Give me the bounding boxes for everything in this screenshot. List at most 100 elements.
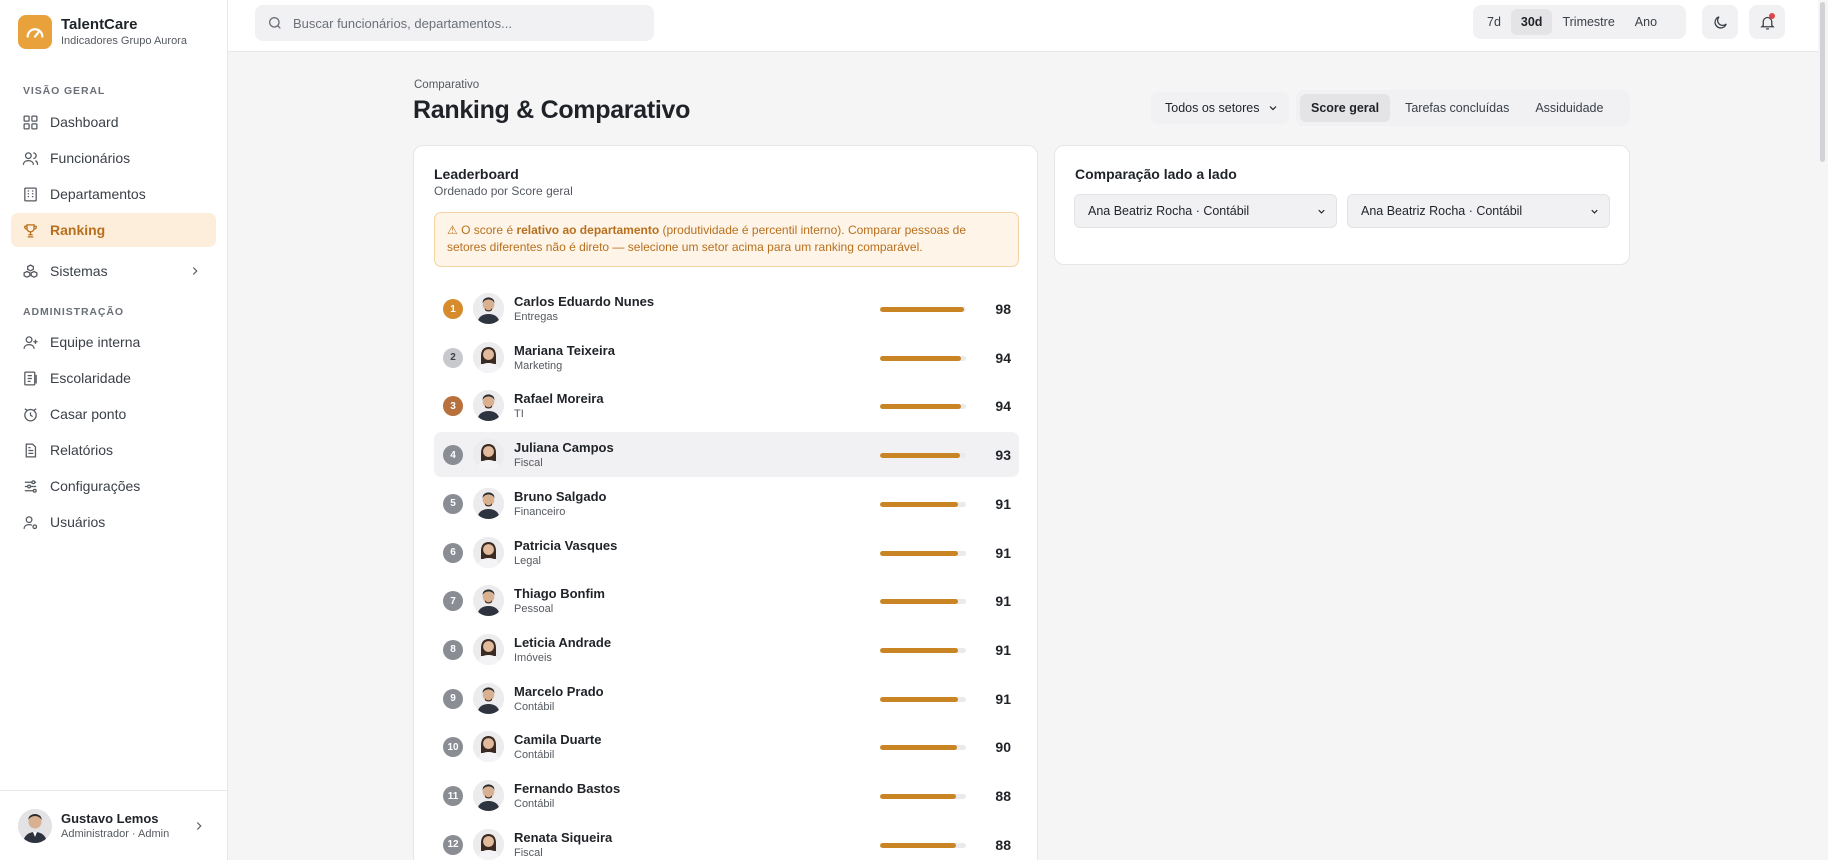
employee-department: Pessoal — [514, 603, 554, 616]
score-bar — [880, 501, 966, 507]
employee-name: Mariana Teixeira — [514, 342, 615, 358]
rank-badge: 10 — [443, 737, 463, 758]
sector-filter-select[interactable]: Todos os setores — [1151, 92, 1289, 124]
brand[interactable]: TalentCare Indicadores Grupo Aurora — [18, 15, 187, 49]
rank-badge: 8 — [443, 639, 463, 660]
period-selector: 7d 30d Trimestre Ano — [1473, 5, 1686, 39]
notification-dot — [1769, 13, 1775, 19]
score-bar — [880, 453, 966, 459]
sector-filter-value: Todos os setores — [1165, 101, 1260, 115]
table-row[interactable]: 4 Juliana Campos Fiscal 93 — [434, 432, 1019, 478]
rank-badge: 11 — [443, 786, 463, 806]
avatar — [473, 293, 504, 324]
score-bar — [880, 599, 966, 605]
sidebar-item-sistemas[interactable]: Sistemas — [11, 254, 216, 288]
notifications-button[interactable] — [1749, 5, 1785, 39]
moon-icon — [1713, 15, 1727, 29]
tab-tarefas-concluidas[interactable]: Tarefas concluídas — [1394, 94, 1520, 122]
tab-assiduidade[interactable]: Assiduidade — [1524, 94, 1614, 122]
theme-toggle-button[interactable] — [1702, 5, 1738, 39]
sidebar-item-ranking[interactable]: Ranking — [11, 213, 216, 247]
score-bar-fill — [880, 404, 961, 410]
compare-right-select[interactable]: Ana Beatriz Rocha · Contábil — [1347, 194, 1610, 228]
page-title: Ranking & Comparativo — [413, 96, 691, 124]
sidebar-item-usuarios[interactable]: Usuários — [11, 505, 216, 539]
tab-score-geral[interactable]: Score geral — [1300, 94, 1391, 122]
list-icon — [24, 370, 37, 386]
sidebar-item-casar-ponto[interactable]: Casar ponto — [11, 397, 216, 431]
metric-tabs: Score geral Tarefas concluídas Assiduida… — [1296, 90, 1630, 126]
table-row[interactable]: 8 Leticia Andrade Imóveis 91 — [434, 627, 1019, 672]
rank-badge: 5 — [443, 493, 463, 514]
score-bar — [880, 647, 966, 653]
employee-score: 93 — [995, 447, 1011, 464]
sidebar-item-configuracoes[interactable]: Configurações — [11, 469, 216, 503]
table-row[interactable]: 9 Marcelo Prado Contábil 91 — [434, 676, 1019, 721]
employee-department: Legal — [514, 554, 541, 567]
comparison-title: Comparação lado a lado — [1075, 166, 1237, 182]
employee-score: 91 — [995, 544, 1011, 561]
table-row[interactable]: 1 Carlos Eduardo Nunes Entregas 98 — [434, 286, 1019, 331]
grid-icon — [23, 114, 38, 130]
rank-badge: 4 — [443, 445, 463, 466]
score-bar-fill — [880, 501, 959, 507]
table-row[interactable]: 7 Thiago Bonfim Pessoal 91 — [434, 578, 1019, 623]
avatar — [473, 585, 504, 617]
sidebar-item-equipe-interna[interactable]: Equipe interna — [11, 325, 216, 359]
trophy-icon — [24, 223, 37, 238]
score-bar — [880, 550, 966, 556]
employee-score: 88 — [995, 788, 1011, 804]
score-bar-fill — [880, 647, 959, 653]
score-bar-fill — [880, 599, 959, 605]
search-box[interactable] — [255, 5, 654, 41]
table-row[interactable]: 11 Fernando Bastos Contábil 88 — [434, 773, 1019, 818]
employee-score: 91 — [995, 593, 1011, 610]
employee-name: Bruno Salgado — [514, 488, 607, 504]
table-row[interactable]: 3 Rafael Moreira TI 94 — [434, 383, 1019, 428]
employee-score: 94 — [995, 398, 1011, 415]
avatar — [473, 536, 504, 568]
current-user[interactable]: Gustavo Lemos Administrador · Admin — [0, 790, 228, 860]
table-row[interactable]: 5 Bruno Salgado Financeiro 91 — [434, 481, 1019, 526]
score-bar — [880, 355, 966, 361]
search-input[interactable] — [293, 15, 633, 31]
avatar — [473, 682, 504, 714]
sidebar-item-escolaridade[interactable]: Escolaridade — [11, 361, 216, 395]
boxes-icon — [23, 263, 38, 278]
sidebar-item-label: Relatórios — [50, 442, 114, 458]
topbar: 7d 30d Trimestre Ano — [228, 0, 1818, 52]
score-bar-fill — [880, 745, 958, 751]
rank-badge: 7 — [443, 591, 463, 612]
table-row[interactable]: 2 Mariana Teixeira Marketing 94 — [434, 335, 1019, 380]
employee-department: Contábil — [514, 700, 555, 713]
avatar — [473, 390, 504, 422]
page-scrollbar[interactable] — [1818, 0, 1828, 860]
period-trimestre[interactable]: Trimestre — [1552, 9, 1624, 35]
period-7d[interactable]: 7d — [1477, 9, 1511, 35]
score-bar-fill — [880, 550, 959, 556]
rank-badge: 12 — [443, 834, 463, 855]
table-row[interactable]: 12 Renata Siqueira Fiscal 88 — [434, 822, 1019, 860]
table-row[interactable]: 6 Patricia Vasques Legal 91 — [434, 530, 1019, 575]
rank-badge: 6 — [443, 542, 463, 563]
table-row[interactable]: 10 Camila Duarte Contábil 90 — [434, 724, 1019, 769]
employee-department: Contábil — [514, 749, 555, 762]
period-30d[interactable]: 30d — [1510, 9, 1553, 35]
employee-name: Rafael Moreira — [514, 391, 604, 407]
compare-right-value: Ana Beatriz Rocha · Contábil — [1361, 204, 1523, 218]
employee-name: Renata Siqueira — [514, 829, 613, 845]
avatar — [473, 731, 504, 763]
comparison-card: Comparação lado a lado Ana Beatriz Rocha… — [1054, 145, 1630, 265]
sidebar-item-funcionarios[interactable]: Funcionários — [11, 141, 216, 175]
score-bar — [880, 794, 966, 799]
sidebar-item-dashboard[interactable]: Dashboard — [11, 105, 216, 139]
scrollbar-thumb[interactable] — [1820, 2, 1825, 162]
period-ano[interactable]: Ano — [1625, 9, 1667, 35]
sidebar-item-departamentos[interactable]: Departamentos — [11, 177, 216, 211]
clock-icon — [24, 407, 37, 422]
score-notice: ⚠ O score é relativo ao departamento (pr… — [434, 212, 1019, 267]
chevron-right-icon — [196, 822, 202, 830]
compare-left-select[interactable]: Ana Beatriz Rocha · Contábil — [1074, 194, 1337, 228]
sidebar-item-relatorios[interactable]: Relatórios — [11, 433, 216, 467]
avatar — [473, 780, 504, 811]
